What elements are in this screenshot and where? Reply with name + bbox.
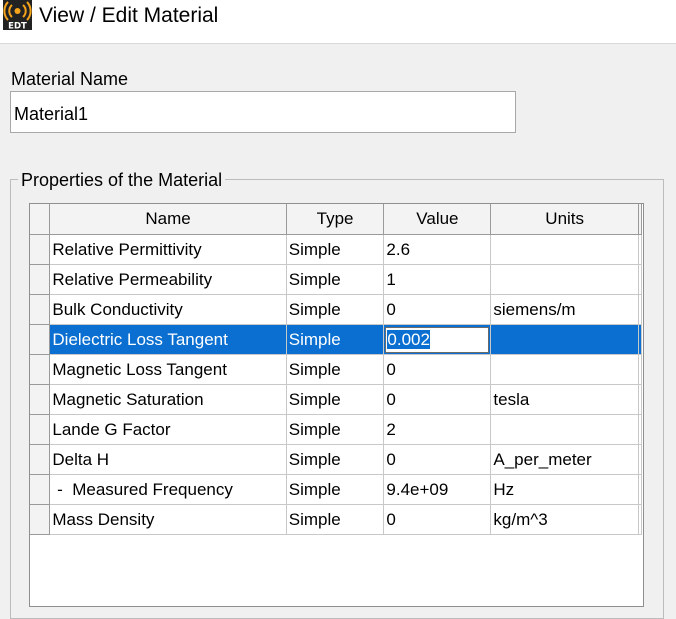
- row-header[interactable]: [30, 504, 51, 535]
- table-row[interactable]: - Measured Frequency Simple 9.4e+09 Hz: [30, 474, 643, 505]
- cell-name[interactable]: - Measured Frequency: [49, 474, 287, 505]
- app-icon-text: EDT: [8, 22, 27, 31]
- cell-type[interactable]: Simple: [285, 414, 385, 445]
- cell-type[interactable]: Simple: [285, 234, 385, 265]
- cell-value[interactable]: 9.4e+09: [383, 474, 492, 505]
- table-row[interactable]: Delta H Simple 0 A_per_meter: [30, 444, 643, 475]
- value-edit-field[interactable]: 0.002: [385, 326, 490, 353]
- properties-group-label: Properties of the Material: [18, 169, 226, 191]
- row-header[interactable]: [30, 444, 51, 475]
- cell-filler: [637, 474, 643, 505]
- cell-filler: [637, 294, 643, 325]
- table-row[interactable]: Magnetic Loss Tangent Simple 0: [30, 354, 643, 385]
- cell-type[interactable]: Simple: [285, 264, 385, 295]
- row-header[interactable]: [30, 294, 51, 325]
- cell-units[interactable]: A_per_meter: [490, 444, 639, 475]
- table-row[interactable]: Relative Permeability Simple 1: [30, 264, 643, 295]
- cell-value[interactable]: 2.6: [383, 234, 492, 265]
- table-row[interactable]: Lande G Factor Simple 2: [30, 414, 643, 445]
- table-row-selected[interactable]: Dielectric Loss Tangent Simple 0.002: [30, 324, 643, 355]
- cell-name[interactable]: Delta H: [49, 444, 287, 475]
- cell-name[interactable]: Mass Density: [49, 504, 287, 535]
- cell-value[interactable]: 0: [383, 354, 492, 385]
- cell-value[interactable]: 2: [383, 414, 492, 445]
- cell-name[interactable]: Magnetic Loss Tangent: [49, 354, 287, 385]
- cell-type[interactable]: Simple: [285, 444, 385, 475]
- table-row[interactable]: Magnetic Saturation Simple 0 tesla: [30, 384, 643, 415]
- cell-type[interactable]: Simple: [285, 384, 385, 415]
- table-row[interactable]: Mass Density Simple 0 kg/m^3: [30, 504, 643, 535]
- table-row[interactable]: Bulk Conductivity Simple 0 siemens/m: [30, 294, 643, 325]
- title-bar: EDT View / Edit Material: [0, 0, 676, 44]
- cell-filler: [637, 234, 643, 265]
- cell-value[interactable]: 0.002: [383, 324, 492, 355]
- cell-value[interactable]: 0: [383, 444, 492, 475]
- cell-name[interactable]: Relative Permeability: [49, 264, 287, 295]
- properties-grid[interactable]: Name Type Value Units Relative Permittiv…: [29, 203, 644, 607]
- cell-filler: [637, 264, 643, 295]
- cell-units[interactable]: [490, 264, 639, 295]
- cell-value[interactable]: 0: [383, 384, 492, 415]
- edt-app-icon: EDT: [3, 0, 32, 30]
- cell-name[interactable]: Dielectric Loss Tangent: [49, 324, 287, 355]
- cell-name[interactable]: Magnetic Saturation: [49, 384, 287, 415]
- column-header-value[interactable]: Value: [383, 204, 492, 235]
- table-row[interactable]: Relative Permittivity Simple 2.6: [30, 234, 643, 265]
- header-row: Name Type Value Units: [30, 204, 643, 235]
- cell-filler: [637, 444, 643, 475]
- cell-units[interactable]: kg/m^3: [490, 504, 639, 535]
- cell-type[interactable]: Simple: [285, 324, 385, 355]
- cell-name[interactable]: Bulk Conductivity: [49, 294, 287, 325]
- cell-filler: [637, 414, 643, 445]
- row-header[interactable]: [30, 414, 51, 445]
- cell-value[interactable]: 1: [383, 264, 492, 295]
- cell-type[interactable]: Simple: [285, 474, 385, 505]
- row-header[interactable]: [30, 474, 51, 505]
- row-header[interactable]: [30, 354, 51, 385]
- material-name-input[interactable]: [10, 91, 516, 133]
- cell-filler: [637, 354, 643, 385]
- row-header[interactable]: [30, 384, 51, 415]
- row-header[interactable]: [30, 264, 51, 295]
- column-header-name[interactable]: Name: [49, 204, 287, 235]
- row-header[interactable]: [30, 234, 51, 265]
- cell-units[interactable]: [490, 234, 639, 265]
- cell-filler: [637, 324, 643, 355]
- material-name-label: Material Name: [11, 69, 129, 89]
- cell-units[interactable]: Hz: [490, 474, 639, 505]
- column-header-units[interactable]: Units: [490, 204, 639, 235]
- cell-units[interactable]: [490, 324, 639, 355]
- corner-header: [30, 204, 51, 235]
- cell-name[interactable]: Lande G Factor: [49, 414, 287, 445]
- cell-units[interactable]: [490, 414, 639, 445]
- window-title: View / Edit Material: [39, 4, 219, 27]
- cell-value[interactable]: 0: [383, 504, 492, 535]
- cell-type[interactable]: Simple: [285, 294, 385, 325]
- column-header-filler: [637, 204, 643, 235]
- properties-table: Name Type Value Units Relative Permittiv…: [30, 204, 643, 535]
- cell-filler: [637, 504, 643, 535]
- cell-filler: [637, 384, 643, 415]
- column-header-type[interactable]: Type: [285, 204, 385, 235]
- cell-type[interactable]: Simple: [285, 354, 385, 385]
- cell-name[interactable]: Relative Permittivity: [49, 234, 287, 265]
- cell-units[interactable]: [490, 354, 639, 385]
- cell-type[interactable]: Simple: [285, 504, 385, 535]
- cell-units[interactable]: tesla: [490, 384, 639, 415]
- row-header[interactable]: [30, 324, 51, 355]
- value-edit-text: 0.002: [387, 329, 430, 349]
- cell-value[interactable]: 0: [383, 294, 492, 325]
- cell-units[interactable]: siemens/m: [490, 294, 639, 325]
